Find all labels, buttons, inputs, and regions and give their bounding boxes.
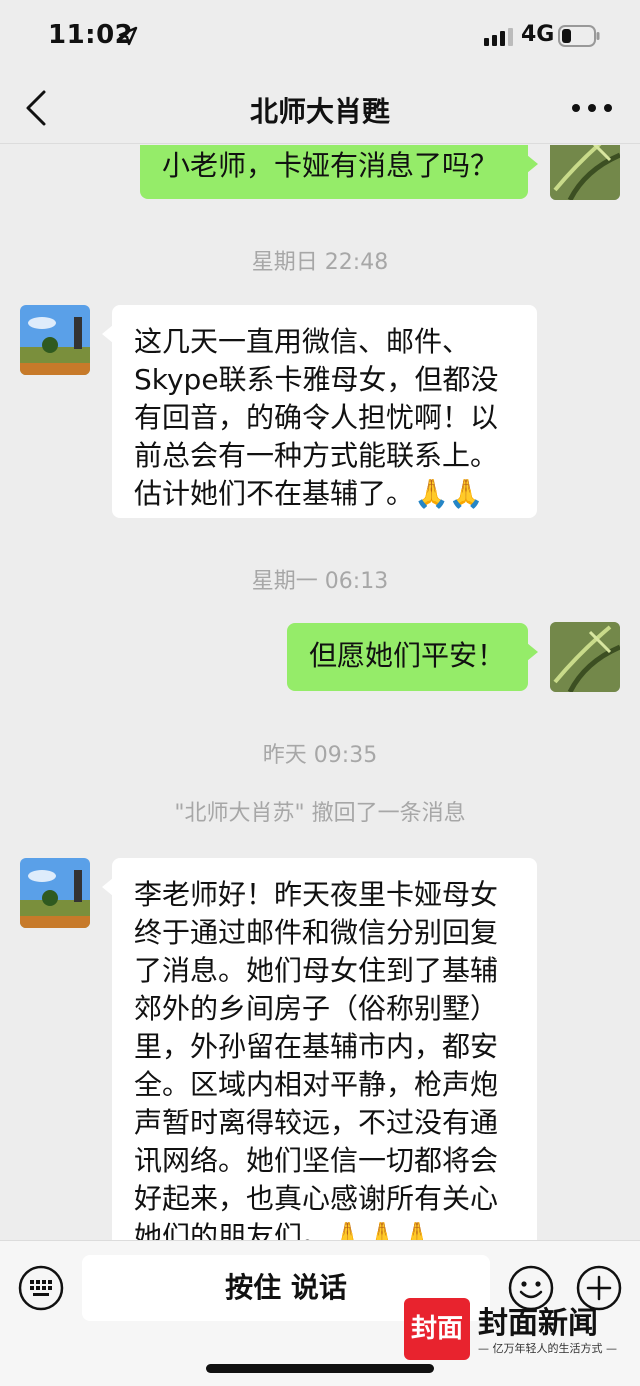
recall-notice: "北师大肖苏" 撤回了一条消息 — [174, 801, 466, 826]
message-line: 有回音，的确令人担忧啊！以 — [134, 401, 499, 434]
message-bubble-incoming[interactable]: 这几天一直用微信、邮件、 Skype联系卡雅母女，但都没 有回音，的确令人担忧啊… — [102, 305, 537, 518]
location-arrow-icon — [118, 26, 138, 46]
my-avatar[interactable] — [550, 145, 620, 200]
status-bar: 11:02 4G — [0, 0, 640, 72]
nav-bar: 北师大肖甦 — [0, 72, 640, 144]
message-line: 了消息。她们母女住到了基辅 — [134, 954, 499, 987]
network-type: 4G — [521, 22, 555, 47]
news-watermark: 封面 封面新闻 — 亿万年轻人的生活方式 — — [404, 1298, 620, 1364]
message-line: 里，外孙留在基辅市内，都安 — [134, 1030, 499, 1063]
more-dots-icon[interactable] — [570, 96, 614, 120]
signal-icon — [484, 28, 513, 46]
message-bubble-incoming[interactable]: 李老师好！昨天夜里卡娅母女 终于通过邮件和微信分别回复 了消息。她们母女住到了基… — [102, 858, 537, 1240]
bamboo-avatar-image — [550, 145, 620, 200]
message-line: 好起来，也真心感谢所有关心 — [134, 1182, 499, 1215]
contact-avatar[interactable] — [20, 305, 90, 375]
message-line: 终于通过邮件和微信分别回复 — [134, 916, 499, 949]
message-line: 声暂时离得较远，不过没有通 — [134, 1106, 499, 1139]
timestamp: 昨天 09:35 — [262, 743, 378, 768]
watermark-logo-badge: 封面 — [404, 1298, 470, 1360]
chat-title: 北师大肖甦 — [249, 95, 390, 128]
my-avatar[interactable] — [550, 622, 620, 692]
battery-icon — [558, 25, 600, 47]
message-line: 她们的朋友们。🙏🙏🙏 — [134, 1220, 435, 1240]
message-bubble-outgoing[interactable]: 但愿她们平安！ — [287, 623, 538, 691]
watermark-title: 封面新闻 — [478, 1306, 598, 1341]
landscape-avatar-image — [20, 858, 90, 928]
message-line: 估计她们不在基辅了。🙏🙏 — [134, 477, 484, 510]
chat-area[interactable]: 小老师，卡娅有消息了吗？ 星期日 22:48 这几天一直用微信、邮件、 Skyp… — [0, 145, 640, 1240]
message-line: 前总会有一种方式能联系上。 — [134, 439, 499, 472]
watermark-slogan: — 亿万年轻人的生活方式 — — [478, 1342, 617, 1355]
bamboo-avatar-image — [550, 622, 620, 692]
message-line: 小老师，卡娅有消息了吗？ — [162, 149, 499, 182]
message-bubble-outgoing[interactable]: 小老师，卡娅有消息了吗？ — [140, 145, 538, 199]
message-line: Skype联系卡雅母女，但都没 — [134, 363, 499, 396]
home-indicator[interactable] — [206, 1364, 434, 1373]
message-line: 郊外的乡间房子（俗称别墅） — [134, 992, 499, 1025]
message-line: 讯网络。她们坚信一切都将会 — [134, 1144, 499, 1177]
timestamp: 星期一 06:13 — [251, 569, 389, 594]
message-line: 但愿她们平安！ — [309, 639, 506, 672]
timestamp: 星期日 22:48 — [251, 250, 389, 275]
message-line: 全。区域内相对平静，枪声炮 — [134, 1068, 499, 1101]
message-line: 这几天一直用微信、邮件、 — [134, 325, 471, 358]
message-line: 李老师好！昨天夜里卡娅母女 — [134, 878, 499, 911]
landscape-avatar-image — [20, 305, 90, 375]
keyboard-icon[interactable] — [18, 1265, 64, 1311]
contact-avatar[interactable] — [20, 858, 90, 928]
